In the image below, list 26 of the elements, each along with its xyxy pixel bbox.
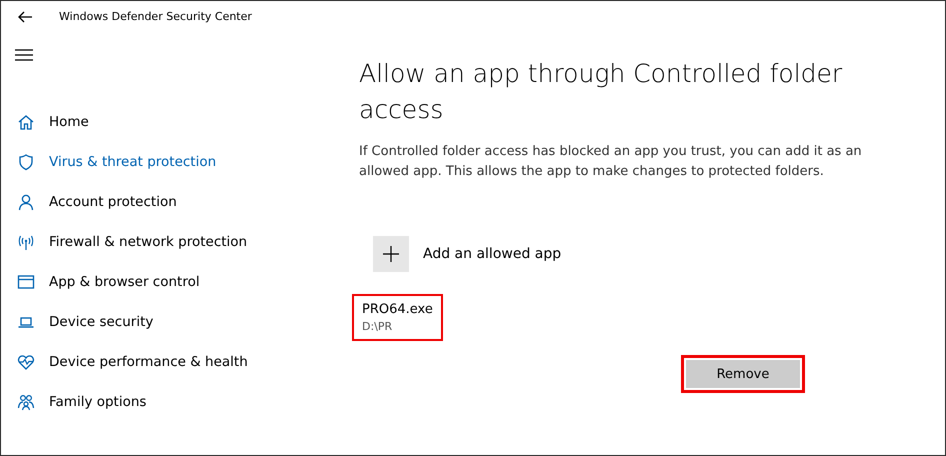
description: If Controlled folder access has blocked an app you trust, you can add it as an allowed app. This allows the app to make changes to protected folders. (359, 143, 863, 181)
sidebar-item[interactable]: Virus & threat protection (1, 142, 341, 182)
sidebar-item[interactable]: Home (1, 102, 341, 142)
home-icon (17, 113, 35, 131)
plus-icon (383, 246, 399, 262)
sidebar-item[interactable]: Family options (1, 382, 341, 422)
sidebar-item[interactable]: Account protection (1, 182, 341, 222)
person-icon (17, 193, 35, 211)
page-heading: Allow an app through Controlled folder access (359, 58, 844, 126)
browser-window-icon (17, 273, 35, 291)
app-path: D:\PR (362, 320, 394, 333)
back-icon[interactable] (17, 8, 33, 24)
family-icon (17, 393, 35, 411)
sidebar-item[interactable]: Device performance & health (1, 342, 341, 382)
sidebar-item[interactable]: Device security (1, 302, 341, 342)
antenna-icon (17, 233, 35, 251)
remove-button[interactable]: Remove (681, 355, 805, 393)
add-app-button[interactable]: Add an allowed app (373, 236, 562, 272)
heart-pulse-icon (17, 353, 35, 371)
shield-icon (17, 153, 35, 171)
app-name: PRO64.exe (362, 302, 433, 317)
window-title: Windows Defender Security Center (59, 10, 252, 23)
menu-icon[interactable] (15, 48, 33, 62)
sidebar-item[interactable]: App & browser control (1, 262, 341, 302)
sidebar-item[interactable]: Firewall & network protection (1, 222, 341, 262)
app-entry[interactable]: PRO64.exe D:\PR (352, 294, 443, 341)
